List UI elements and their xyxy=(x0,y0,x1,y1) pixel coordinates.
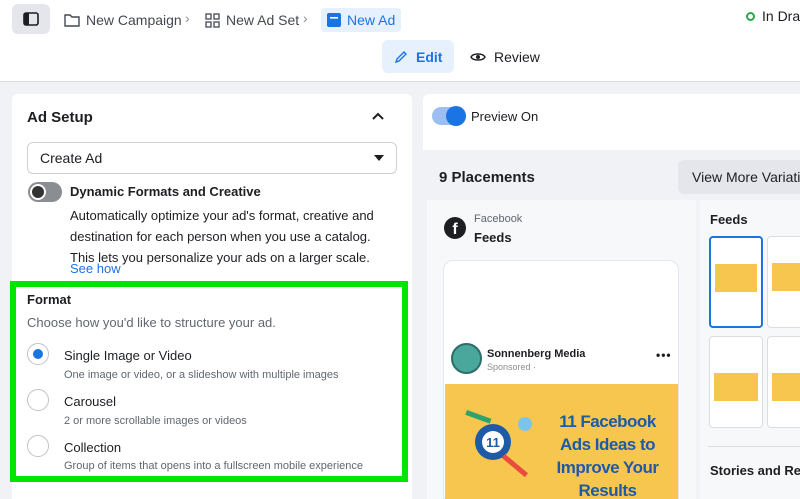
avatar xyxy=(451,343,482,374)
format-title: Format xyxy=(27,292,72,307)
page-name: Sonnenberg Media xyxy=(487,348,586,360)
placement-name: Feeds xyxy=(474,230,512,245)
ad-creative-image: 11 11 Facebook Ads Ideas to Improve Your… xyxy=(445,384,678,499)
preview-label: Preview On xyxy=(471,109,539,124)
sidebar-toggle-button[interactable] xyxy=(12,4,50,34)
tab-edit[interactable]: Edit xyxy=(382,40,455,73)
option-label: Collection xyxy=(64,440,122,455)
breadcrumb-label: New Campaign xyxy=(86,12,182,28)
option-label: Carousel xyxy=(64,394,117,409)
caret-down-icon xyxy=(374,155,384,161)
status-label: In Draft xyxy=(762,8,800,24)
tab-label: Edit xyxy=(416,48,443,65)
see-how-link[interactable]: See how xyxy=(70,261,121,276)
pencil-icon xyxy=(394,50,407,63)
grid-icon xyxy=(205,12,220,28)
placement-thumbnail[interactable] xyxy=(767,236,800,328)
breadcrumb-campaign[interactable]: New Campaign xyxy=(64,8,182,32)
keys-illustration-icon: 11 xyxy=(465,410,532,478)
facebook-icon: f xyxy=(444,217,466,239)
sponsored-label: Sponsored · xyxy=(487,362,537,372)
option-description: Group of items that opens into a fullscr… xyxy=(64,460,363,472)
format-subtitle: Choose how you'd like to structure your … xyxy=(27,315,276,330)
dynamic-formats-toggle[interactable] xyxy=(28,182,62,202)
status-badge: In Draft xyxy=(746,8,800,24)
status-dot-icon xyxy=(746,11,755,21)
ad-headline: 11 Facebook Ads Ideas to Improve Your Re… xyxy=(556,412,659,499)
dynamic-formats-title: Dynamic Formats and Creative xyxy=(70,184,261,199)
radio-collection[interactable] xyxy=(27,435,49,457)
dynamic-formats-description: Automatically optimize your ad's format,… xyxy=(70,208,374,265)
breadcrumb-label: New Ad Set xyxy=(226,12,300,28)
radio-single-image[interactable] xyxy=(27,343,49,365)
select-value: Create Ad xyxy=(40,150,103,166)
ad-icon xyxy=(327,13,341,27)
option-description: 2 or more scrollable images or videos xyxy=(64,415,247,427)
svg-text:11: 11 xyxy=(486,435,500,450)
stories-label: Stories and Reels xyxy=(710,463,800,478)
breadcrumb-label: New Ad xyxy=(347,12,396,28)
radio-carousel[interactable] xyxy=(27,389,49,411)
view-more-variations-button[interactable]: View More Variations xyxy=(678,160,800,194)
option-label: Single Image or Video xyxy=(64,348,192,363)
tab-review[interactable]: Review xyxy=(458,40,552,73)
placement-thumbnail[interactable] xyxy=(709,336,763,428)
placements-title: 9 Placements xyxy=(439,169,535,186)
tab-label: Review xyxy=(494,48,540,65)
placement-source: Facebook xyxy=(474,213,523,225)
placement-thumbnail[interactable] xyxy=(767,336,800,428)
sidebar-icon xyxy=(23,12,39,26)
feeds-label: Feeds xyxy=(710,212,748,227)
folder-icon xyxy=(64,14,80,27)
preview-toggle[interactable] xyxy=(432,106,466,126)
chevron-right-icon: › xyxy=(303,10,308,26)
create-ad-select[interactable]: Create Ad xyxy=(27,142,397,174)
chevron-up-icon[interactable] xyxy=(370,108,386,124)
more-options-icon[interactable]: ••• xyxy=(656,348,672,362)
breadcrumb-ad[interactable]: New Ad xyxy=(321,8,402,32)
chevron-right-icon: › xyxy=(185,10,190,26)
divider xyxy=(708,446,800,447)
section-title: Ad Setup xyxy=(27,109,93,126)
option-description: One image or video, or a slideshow with … xyxy=(64,369,339,381)
breadcrumb-ad-set[interactable]: New Ad Set xyxy=(205,8,299,32)
eye-icon xyxy=(470,52,486,61)
placement-thumbnail[interactable] xyxy=(709,236,763,328)
